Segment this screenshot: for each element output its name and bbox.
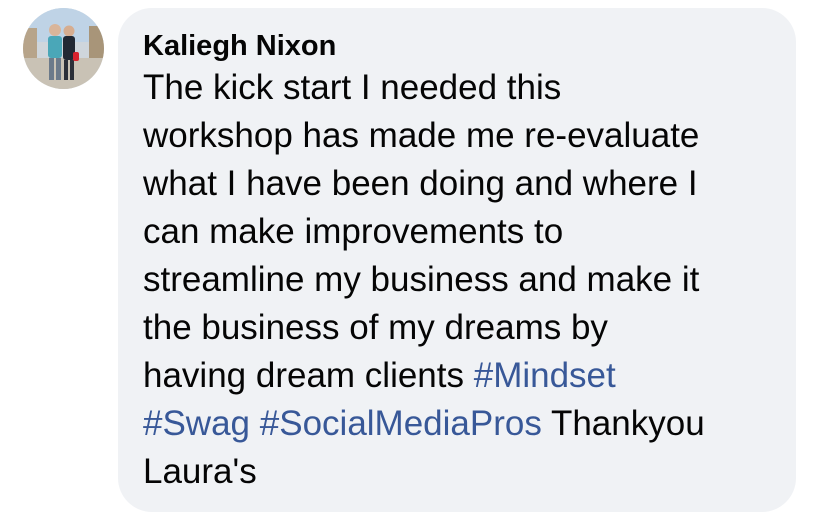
comment-line-text: having dream clients	[143, 356, 474, 395]
comment-line: what I have been doing and where I	[143, 164, 698, 203]
comment-text: The kick start I needed this workshop ha…	[143, 64, 776, 496]
comment-author-name[interactable]: Kaliegh Nixon	[143, 26, 336, 66]
comment-line: The kick start I needed this	[143, 68, 562, 107]
comment-line: workshop has made me re-evaluate	[143, 116, 700, 155]
comment-line: can make improvements to	[143, 212, 564, 251]
comment-line: having dream clients #Mindset	[143, 352, 776, 400]
hashtag-link-socialmediapros[interactable]: #SocialMediaPros	[260, 404, 542, 443]
comment-line: Laura's	[143, 452, 257, 491]
profile-photo-icon	[23, 8, 104, 89]
avatar[interactable]	[23, 8, 104, 89]
comment-line: the business of my dreams by	[143, 308, 608, 347]
hashtag-link-mindset[interactable]: #Mindset	[474, 356, 616, 395]
hashtag-link-swag[interactable]: #Swag	[143, 404, 250, 443]
comment-line: #Swag #SocialMediaPros Thankyou	[143, 400, 776, 448]
comment-bubble: Kaliegh Nixon The kick start I needed th…	[118, 8, 796, 512]
comment-line-text: Thankyou	[541, 404, 705, 443]
comment-line: streamline my business and make it	[143, 260, 700, 299]
